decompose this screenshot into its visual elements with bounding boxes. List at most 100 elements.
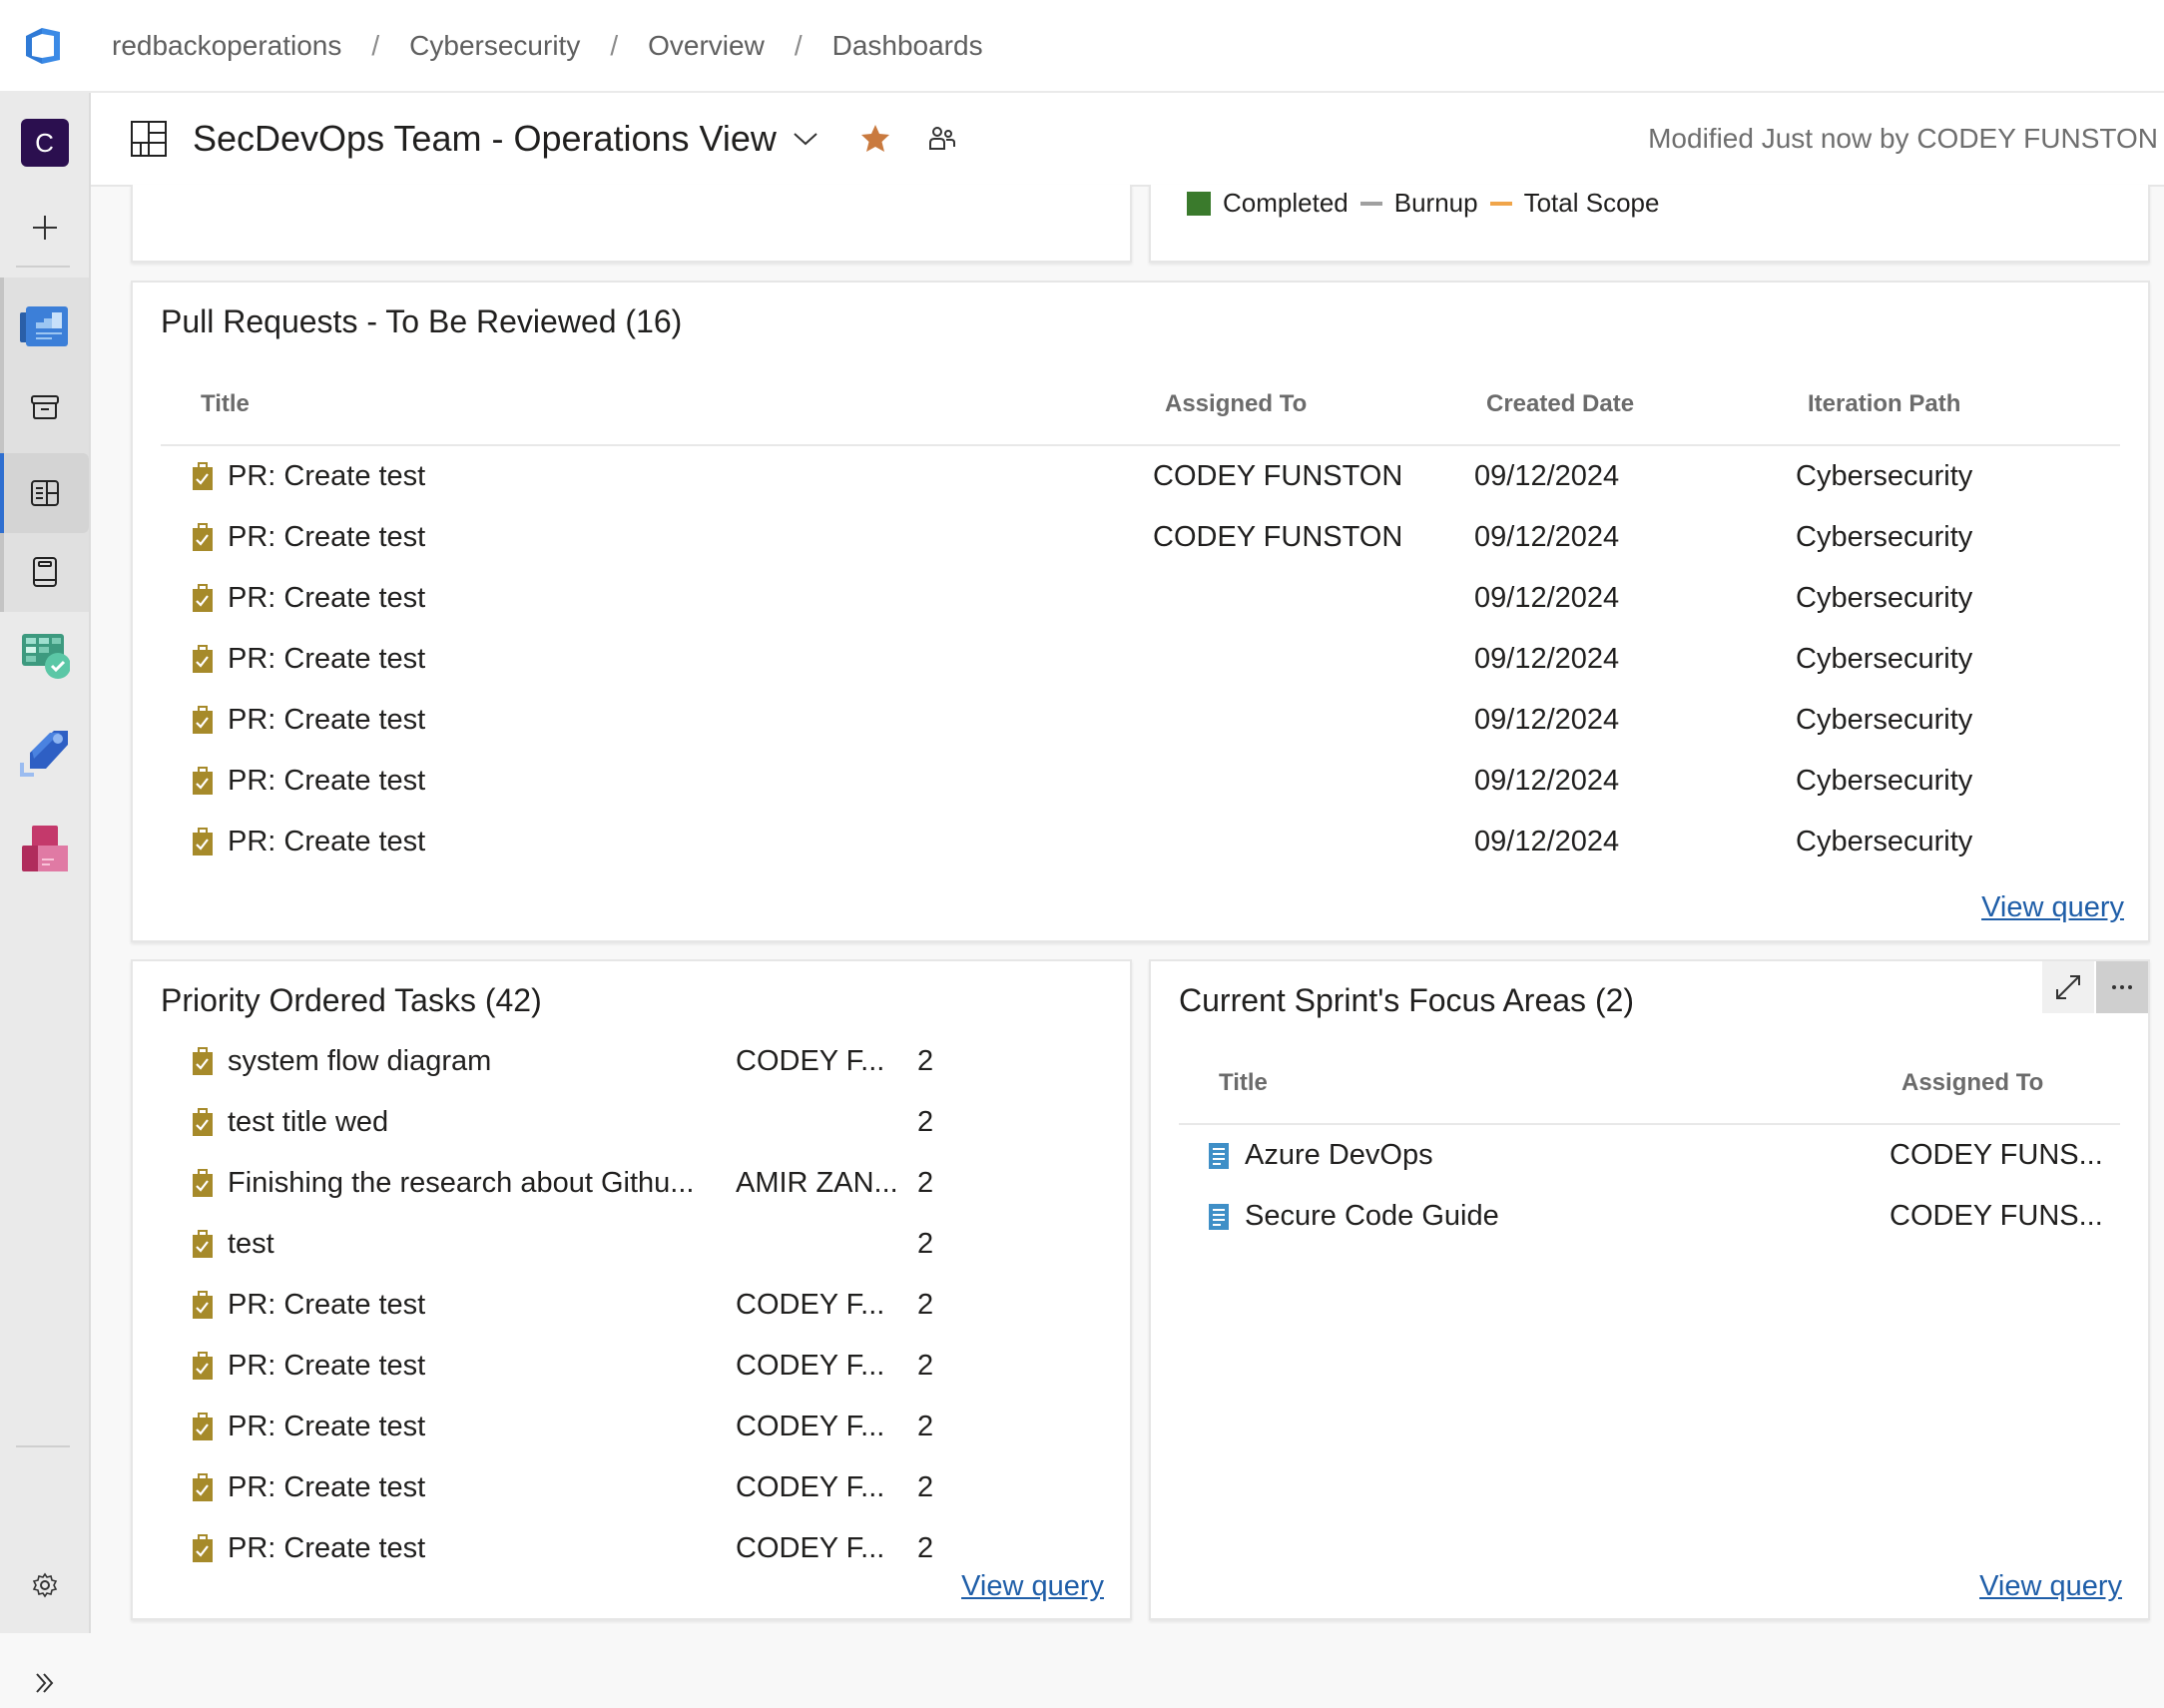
row-created-date: 09/12/2024 (1474, 582, 1620, 614)
row-title[interactable]: PR: Create test (228, 826, 425, 858)
project-avatar-button[interactable]: C (0, 115, 89, 171)
overview-icon (19, 306, 68, 346)
legend-burnup-swatch (1359, 201, 1382, 206)
legend-completed-label: Completed (1223, 188, 1349, 218)
sidebar-item-wiki[interactable] (0, 542, 89, 602)
double-chevron-right-icon (35, 1673, 53, 1693)
header-divider (161, 444, 2120, 446)
task-title[interactable]: PR: Create test (228, 1289, 425, 1322)
modified-status: Modified Just now by CODEY FUNSTON (1648, 123, 2158, 154)
row-title[interactable]: PR: Create test (228, 765, 425, 798)
task-icon (193, 1534, 213, 1562)
task-icon (193, 706, 213, 734)
view-query-link[interactable]: View query (961, 1570, 1104, 1603)
pull-requests-widget: Pull Requests - To Be Reviewed (16) Titl… (131, 281, 2150, 942)
summary-icon (30, 395, 59, 419)
project-settings-button[interactable] (0, 1560, 89, 1610)
more-options-button[interactable] (2096, 961, 2148, 1013)
left-navigation: C (0, 93, 91, 1693)
task-priority: 2 (917, 1411, 934, 1442)
row-assigned-to: CODEY FUNS... (1890, 1139, 2103, 1171)
widget-title: Priority Ordered Tasks (42) (161, 982, 542, 1018)
azure-devops-logo-icon[interactable] (20, 22, 68, 70)
boards-icon (21, 634, 70, 679)
task-icon (193, 1230, 213, 1258)
task-title[interactable]: Finishing the research about Githu... (228, 1167, 694, 1200)
task-assigned-to: CODEY F... (736, 1289, 885, 1321)
sidebar-item-pipelines[interactable] (0, 717, 89, 787)
task-title[interactable]: PR: Create test (228, 1471, 425, 1504)
breadcrumb-organization[interactable]: redbackoperations (112, 30, 341, 62)
new-project-button[interactable] (0, 203, 89, 253)
pipelines-icon (19, 731, 68, 777)
task-priority: 2 (917, 1289, 934, 1321)
legend-burnup-label: Burnup (1393, 188, 1478, 218)
task-title[interactable]: PR: Create test (228, 1350, 425, 1383)
column-header-title[interactable]: Title (1219, 1069, 1268, 1097)
row-title[interactable]: Secure Code Guide (1245, 1200, 1499, 1233)
row-iteration-path: Cybersecurity (1796, 460, 1973, 492)
dashboard-layout-icon (131, 121, 167, 157)
legend-total-scope-label: Total Scope (1523, 188, 1660, 218)
expand-icon (2056, 975, 2080, 999)
task-icon (193, 767, 213, 795)
column-header-iteration-path[interactable]: Iteration Path (1808, 390, 1960, 418)
task-title[interactable]: PR: Create test (228, 1532, 425, 1565)
expand-widget-button[interactable] (2042, 961, 2094, 1013)
view-query-link[interactable]: View query (1981, 891, 2124, 924)
burnup-widget: Completed Burnup Total Scope (1149, 185, 2150, 263)
sidebar-item-artifacts[interactable] (0, 814, 89, 883)
task-title[interactable]: test title wed (228, 1106, 388, 1139)
row-assigned-to: CODEY FUNSTON (1153, 521, 1403, 553)
expand-sidebar-button[interactable] (0, 1658, 89, 1708)
task-title[interactable]: PR: Create test (228, 1411, 425, 1443)
sidebar-item-boards[interactable] (0, 622, 89, 692)
sidebar-item-overview[interactable] (0, 292, 89, 362)
view-query-link[interactable]: View query (1979, 1570, 2122, 1603)
task-icon (193, 645, 213, 673)
burnup-legend: Completed Burnup Total Scope (1187, 188, 1659, 219)
breadcrumb-separator: / (794, 29, 803, 61)
breadcrumb-project[interactable]: Cybersecurity (409, 30, 580, 62)
task-title[interactable]: system flow diagram (228, 1045, 491, 1078)
row-created-date: 09/12/2024 (1474, 521, 1620, 553)
focus-areas-widget: Current Sprint's Focus Areas (2) Title A… (1149, 959, 2150, 1620)
row-title[interactable]: PR: Create test (228, 582, 425, 615)
row-title[interactable]: PR: Create test (228, 521, 425, 554)
task-icon (193, 1413, 213, 1440)
favorite-star-icon[interactable] (860, 124, 890, 154)
row-title[interactable]: PR: Create test (228, 704, 425, 737)
legend-total-scope-swatch (1489, 201, 1512, 206)
task-priority: 2 (917, 1228, 934, 1260)
task-title[interactable]: test (228, 1228, 274, 1261)
breadcrumb-overview[interactable]: Overview (648, 30, 765, 62)
top-bar: redbackoperations / Cybersecurity / Over… (0, 0, 2164, 93)
column-header-assigned-to[interactable]: Assigned To (1165, 390, 1307, 418)
epic-icon (1209, 1204, 1229, 1230)
row-assigned-to: CODEY FUNS... (1890, 1200, 2103, 1232)
ellipsis-icon (2112, 985, 2132, 989)
row-created-date: 09/12/2024 (1474, 826, 1620, 857)
row-iteration-path: Cybersecurity (1796, 826, 1973, 857)
sidebar-item-dashboards[interactable] (0, 453, 89, 533)
task-icon (193, 1047, 213, 1075)
team-members-icon[interactable] (928, 125, 956, 153)
breadcrumb-dashboards[interactable]: Dashboards (832, 30, 983, 62)
chevron-down-icon[interactable] (793, 131, 818, 147)
column-header-assigned-to[interactable]: Assigned To (1901, 1069, 2043, 1097)
row-title[interactable]: PR: Create test (228, 460, 425, 493)
row-title[interactable]: PR: Create test (228, 643, 425, 676)
row-created-date: 09/12/2024 (1474, 643, 1620, 675)
task-icon (193, 1352, 213, 1380)
task-icon (193, 462, 213, 490)
task-icon (193, 584, 213, 612)
dashboard-header: SecDevOps Team - Operations View Modifie… (91, 93, 2164, 187)
row-title[interactable]: Azure DevOps (1245, 1139, 1433, 1172)
gear-icon (32, 1572, 57, 1598)
epic-icon (1209, 1143, 1229, 1169)
column-header-created-date[interactable]: Created Date (1486, 390, 1634, 418)
sidebar-item-summary[interactable] (0, 377, 89, 437)
task-icon (193, 523, 213, 551)
row-assigned-to: CODEY FUNSTON (1153, 460, 1403, 492)
column-header-title[interactable]: Title (201, 390, 250, 418)
